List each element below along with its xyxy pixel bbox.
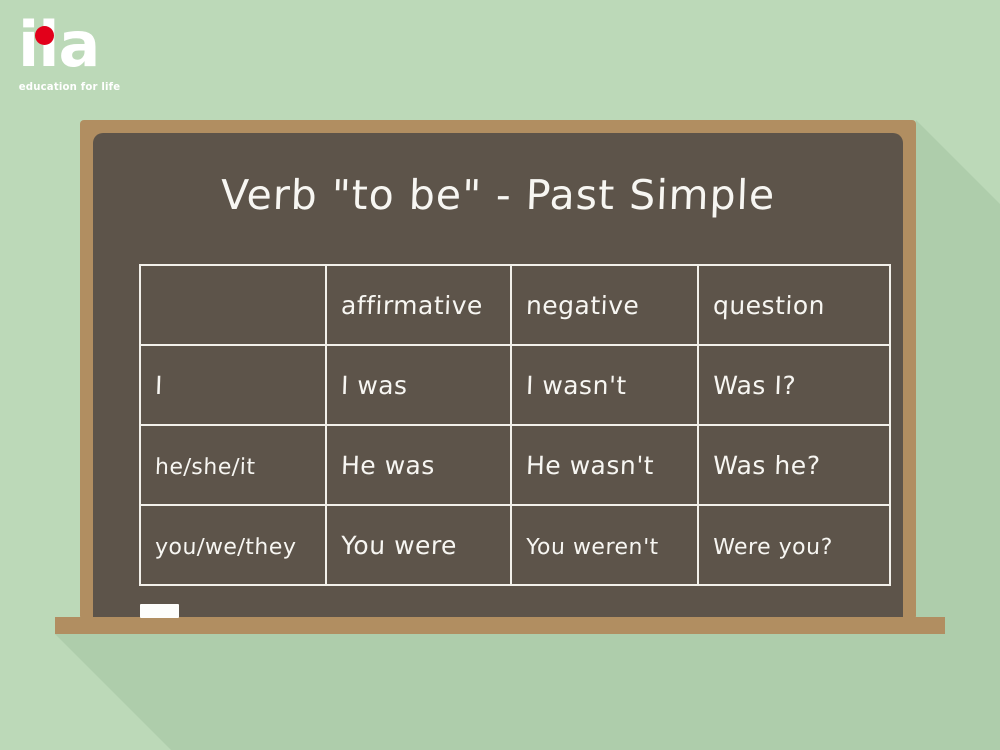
cell-question: Were you? bbox=[697, 504, 891, 586]
cell-text-question: Were you? bbox=[712, 534, 834, 560]
table-row: I I was I wasn't Was I? bbox=[139, 344, 891, 426]
header-cell-question: question bbox=[697, 264, 891, 346]
header-cell-affirmative: affirmative bbox=[325, 264, 512, 346]
cell-question: Was I? bbox=[697, 344, 891, 426]
cell-affirmative: You were bbox=[325, 504, 512, 586]
cell-text-question: Was I? bbox=[712, 370, 797, 400]
cell-text-subject: you/we/they bbox=[154, 534, 297, 560]
table-header-row: affirmative negative question bbox=[139, 264, 891, 346]
chalkboard-surface: Verb "to be" - Past Simple affirmative n… bbox=[93, 133, 903, 620]
cell-text-subject: he/she/it bbox=[154, 454, 256, 480]
header-cell-subject bbox=[139, 264, 327, 346]
cell-text-subject: I bbox=[154, 370, 164, 400]
cell-text-negative: I wasn't bbox=[525, 370, 628, 400]
cell-subject: you/we/they bbox=[139, 504, 327, 586]
cell-negative: You weren't bbox=[510, 504, 699, 586]
cell-text-affirmative: I was bbox=[340, 370, 409, 400]
verb-conjugation-table: affirmative negative question I I was I … bbox=[139, 264, 891, 586]
ila-logo: ila education for life bbox=[16, 14, 166, 106]
logo-tagline: education for life bbox=[18, 80, 121, 93]
logo-wordmark-text: ila bbox=[16, 14, 166, 78]
table-row: you/we/they You were You weren't Were yo… bbox=[139, 504, 891, 586]
cell-text-negative: You weren't bbox=[525, 534, 660, 560]
cell-text-affirmative: You were bbox=[340, 530, 458, 560]
header-label-negative: negative bbox=[525, 290, 640, 320]
board-title: Verb "to be" - Past Simple bbox=[219, 171, 777, 219]
cell-subject: I bbox=[139, 344, 327, 426]
cell-affirmative: I was bbox=[325, 344, 512, 426]
chalkboard-frame: Verb "to be" - Past Simple affirmative n… bbox=[80, 120, 916, 620]
cell-subject: he/she/it bbox=[139, 424, 327, 506]
header-label-question: question bbox=[712, 290, 826, 320]
cell-question: Was he? bbox=[697, 424, 891, 506]
header-cell-negative: negative bbox=[510, 264, 699, 346]
cell-negative: I wasn't bbox=[510, 344, 699, 426]
logo-dot-icon bbox=[35, 26, 54, 45]
table-row: he/she/it He was He wasn't Was he? bbox=[139, 424, 891, 506]
cell-text-negative: He wasn't bbox=[525, 450, 655, 480]
logo-wordmark-label: ila bbox=[18, 8, 100, 81]
cell-negative: He wasn't bbox=[510, 424, 699, 506]
page-root: ila education for life Verb "to be" - Pa… bbox=[0, 0, 1000, 750]
chalk-ledge bbox=[55, 617, 945, 634]
cell-text-question: Was he? bbox=[712, 450, 821, 480]
cell-affirmative: He was bbox=[325, 424, 512, 506]
header-label-affirmative: affirmative bbox=[340, 290, 484, 320]
cell-text-affirmative: He was bbox=[340, 450, 436, 480]
chalk-stick-icon bbox=[140, 604, 179, 618]
